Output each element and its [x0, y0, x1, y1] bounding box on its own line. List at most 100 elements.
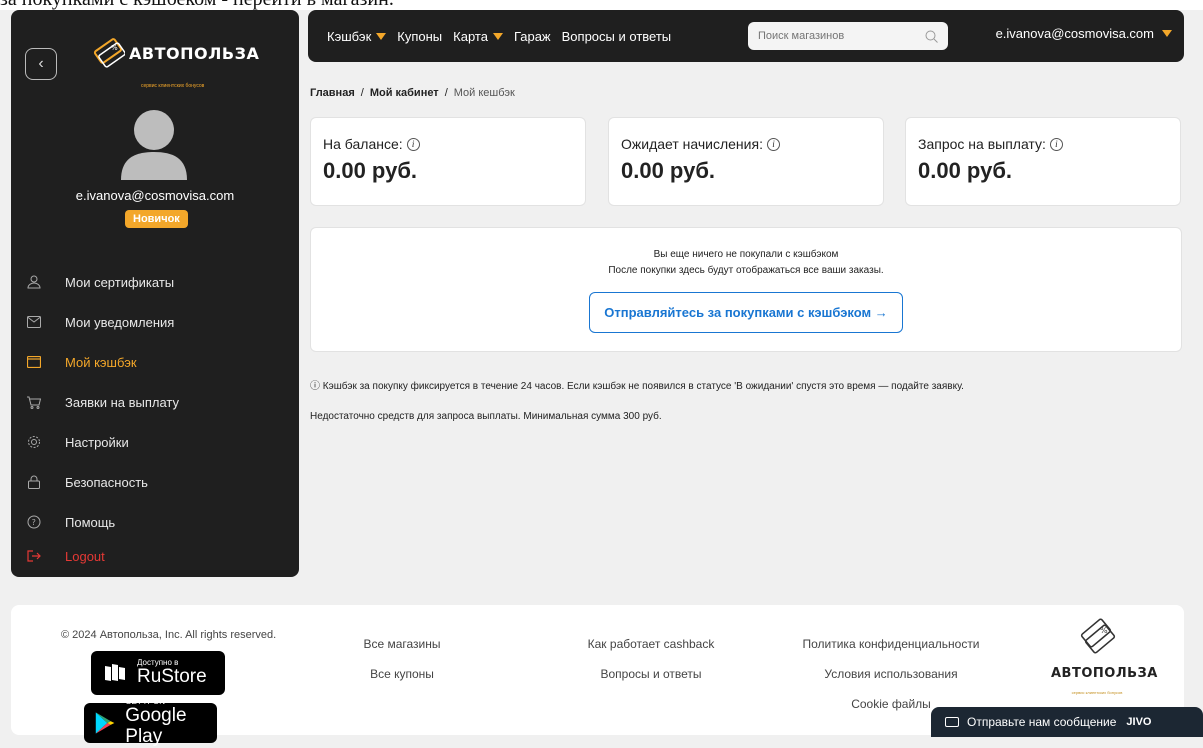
nav-cashback[interactable]: Кэшбэк	[327, 28, 387, 44]
rustore-badge[interactable]: Доступно в RuStore	[91, 651, 225, 695]
google-play-badge[interactable]: GET IT ON Google Play	[84, 698, 217, 747]
wallet-icon	[25, 353, 43, 371]
sidebar-item-certificates[interactable]: Мои сертификаты	[11, 262, 299, 302]
sidebar-item-label: Мои сертификаты	[65, 274, 175, 290]
sidebar-item-label: Настройки	[65, 434, 129, 450]
card-amount: 0.00 руб.	[918, 158, 1013, 183]
pending-card: Ожидает начисления: i 0.00 руб.	[608, 117, 884, 206]
user-menu[interactable]: e.ivanova@cosmovisa.com	[996, 26, 1172, 41]
sidebar-item-label: Мой кэшбэк	[65, 354, 137, 370]
breadcrumb: Главная / Мой кабинет / Мой кешбэк	[310, 87, 515, 99]
top-strip: за покупками с кэшбеком - перейти в мага…	[0, 0, 1203, 10]
jivo-brand: JIVO	[1126, 716, 1152, 728]
gplay-big-text: Google Play	[125, 705, 187, 747]
logo[interactable]: % АВТОПОЛЬЗА сервис клиентских бонусов	[91, 38, 260, 89]
user-menu-email: e.ivanova@cosmovisa.com	[995, 26, 1154, 41]
go-shopping-button[interactable]: Отправляйтесь за покупками с кэшбэком →	[589, 292, 903, 333]
info-icon[interactable]: i	[1049, 137, 1063, 151]
sidebar-item-label: Безопасность	[65, 474, 148, 490]
breadcrumb-home[interactable]: Главная	[310, 87, 355, 99]
footer-logo-subtitle: сервис клиентских бонусов	[1071, 690, 1123, 695]
card-label: Запрос на выплату:	[918, 136, 1046, 152]
footer-link-all-coupons[interactable]: Все купоны	[337, 659, 467, 689]
nav-coupons[interactable]: Купоны	[397, 29, 442, 44]
caret-down-icon	[1162, 30, 1172, 37]
chat-label: Отправьте нам сообщение	[967, 715, 1117, 729]
nav-map[interactable]: Карта	[453, 29, 503, 44]
breadcrumb-separator: /	[360, 87, 364, 99]
payout-request-card: Запрос на выплату: i 0.00 руб.	[905, 117, 1181, 206]
breadcrumb-separator: /	[444, 87, 448, 99]
rustore-icon	[105, 664, 125, 681]
sidebar-item-label: Заявки на выплату	[65, 394, 180, 410]
cashback-info-note: ⓘ Кэшбэк за покупку фиксируется в течени…	[310, 381, 964, 392]
sidebar-nav: Мои сертификаты Мои уведомления Мой кэшб…	[11, 262, 299, 568]
search-input[interactable]	[758, 30, 908, 42]
top-strip-text: за покупками с кэшбеком - перейти в мага…	[0, 0, 394, 10]
nav-label: Кэшбэк	[327, 28, 372, 44]
footer-link-all-stores[interactable]: Все магазины	[337, 629, 467, 659]
sidebar-item-settings[interactable]: Настройки	[11, 422, 299, 462]
sidebar-item-security[interactable]: Безопасность	[11, 462, 299, 502]
sidebar-item-label: Logout	[65, 548, 105, 564]
empty-hint: После покупки здесь будут отображаться в…	[608, 265, 884, 276]
logo-text: АВТОПОЛЬЗА	[129, 43, 260, 63]
rustore-big-text: RuStore	[137, 665, 207, 687]
nav-label: Карта	[453, 28, 488, 44]
sidebar-item-cashback[interactable]: Мой кэшбэк	[11, 342, 299, 382]
info-icon[interactable]: i	[406, 137, 420, 151]
avatar-icon	[121, 110, 187, 180]
min-payout-note: Недостаточно средств для запроса выплаты…	[310, 411, 662, 422]
card-label: Ожидает начисления:	[621, 136, 763, 152]
footer-link-terms[interactable]: Условия использования	[791, 659, 991, 689]
search-icon[interactable]	[925, 30, 938, 43]
info-icon[interactable]: i	[766, 137, 780, 151]
svg-text:%: %	[1100, 626, 1108, 635]
sidebar-item-label: Помощь	[65, 514, 116, 530]
footer-logo-text: АВТОПОЛЬЗА	[1051, 666, 1158, 681]
help-icon: ?	[25, 513, 43, 531]
card-amount: 0.00 руб.	[621, 158, 716, 183]
user-icon	[25, 273, 43, 291]
breadcrumb-current: Мой кешбэк	[453, 87, 515, 99]
nav-faq[interactable]: Вопросы и ответы	[562, 29, 671, 44]
sidebar-item-payout-requests[interactable]: Заявки на выплату	[11, 382, 299, 422]
status-badge: Новичок	[125, 210, 188, 228]
card-amount: 0.00 руб.	[323, 158, 418, 183]
back-button[interactable]: ‹	[25, 48, 57, 80]
chevron-left-icon: ‹	[38, 55, 44, 72]
caret-down-icon	[492, 32, 503, 40]
breadcrumb-cabinet[interactable]: Мой кабинет	[370, 87, 439, 99]
sidebar-item-help[interactable]: ? Помощь	[11, 502, 299, 542]
sidebar-item-logout[interactable]: Logout	[11, 544, 299, 568]
sidebar-item-notifications[interactable]: Мои уведомления	[11, 302, 299, 342]
svg-text:?: ?	[32, 518, 36, 527]
cart-icon	[25, 393, 43, 411]
copyright: © 2024 Автопольза, Inc. All rights reser…	[61, 629, 277, 641]
google-play-icon	[95, 712, 115, 734]
empty-orders-panel: Вы еще ничего не покупали с кэшбэком Пос…	[310, 227, 1182, 352]
lock-icon	[25, 473, 43, 491]
empty-message: Вы еще ничего не покупали с кэшбэком	[653, 249, 839, 260]
footer-col-info: Как работает cashback Вопросы и ответы	[571, 629, 731, 689]
footer-logo[interactable]: % АВТОПОЛЬЗА сервис клиентских бонусов	[1051, 617, 1158, 699]
footer-link-faq[interactable]: Вопросы и ответы	[571, 659, 731, 689]
footer-col-legal: Политика конфиденциальности Условия испо…	[791, 629, 991, 719]
footer-col-stores: Все магазины Все купоны	[337, 629, 467, 689]
card-logo-icon: %	[93, 38, 125, 68]
sidebar-item-label: Мои уведомления	[65, 314, 175, 330]
gear-icon	[25, 433, 43, 451]
envelope-icon	[945, 717, 959, 727]
envelope-icon	[25, 313, 43, 331]
chat-widget[interactable]: Отправьте нам сообщение JIVO	[931, 707, 1203, 737]
logo-subtitle: сервис клиентских бонусов	[141, 83, 205, 89]
footer-link-privacy[interactable]: Политика конфиденциальности	[791, 629, 991, 659]
search-box	[748, 22, 948, 50]
nav-garage[interactable]: Гараж	[514, 29, 551, 44]
logout-icon	[25, 547, 43, 565]
footer-link-how-cashback[interactable]: Как работает cashback	[571, 629, 731, 659]
balance-card: На балансе: i 0.00 руб.	[310, 117, 586, 206]
card-logo-icon: %	[1080, 618, 1116, 654]
user-email: e.ivanova@cosmovisa.com	[75, 188, 235, 203]
top-navigation: Кэшбэк Купоны Карта Гараж Вопросы и отве…	[308, 10, 1184, 62]
